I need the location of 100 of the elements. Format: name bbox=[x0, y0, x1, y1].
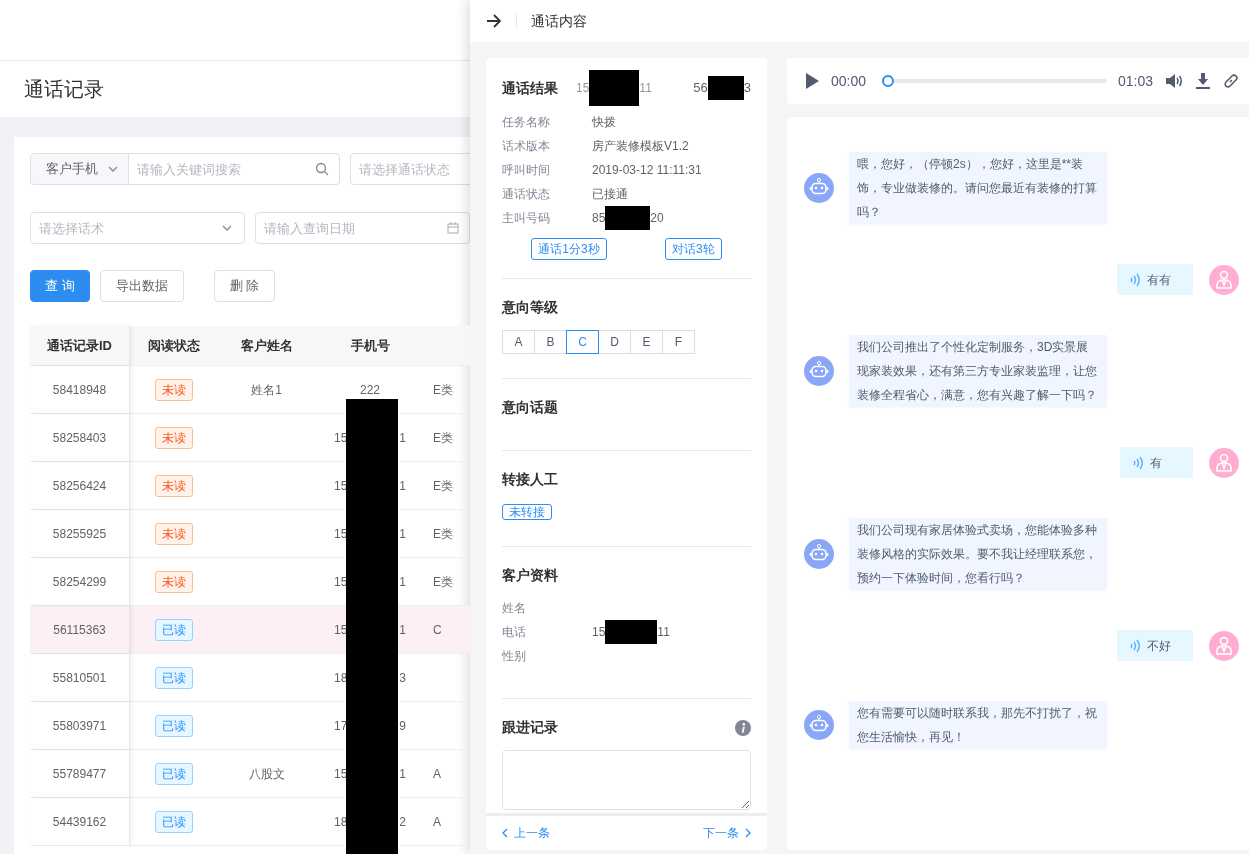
table-cell-text: 54439162 bbox=[52, 813, 107, 831]
read-status-tag: 未读 bbox=[155, 426, 193, 449]
chevron-down-icon bbox=[222, 225, 232, 231]
column-header: 手机号 bbox=[350, 336, 390, 355]
chevron-left-icon bbox=[502, 828, 508, 838]
read-status-tag: 已读 bbox=[155, 618, 193, 641]
table-cell-text: 1 bbox=[399, 573, 406, 591]
download-icon[interactable] bbox=[1195, 73, 1212, 89]
table-cell-text: 3 bbox=[399, 669, 406, 687]
table-cell-text: 1 bbox=[399, 525, 406, 543]
table-cell-text: 9 bbox=[399, 717, 406, 735]
follow-up-input[interactable] bbox=[502, 750, 751, 810]
table-cell: A bbox=[433, 766, 441, 781]
field-value: 85 bbox=[592, 210, 606, 227]
voice-icon[interactable] bbox=[1129, 271, 1141, 288]
level-option[interactable]: E bbox=[630, 330, 663, 354]
field-value: 11 bbox=[657, 624, 670, 641]
field-value: 房产装修模板V1.2 bbox=[592, 138, 689, 155]
table-cell-text: 1 bbox=[399, 477, 406, 495]
section-title: 通话结果 bbox=[502, 78, 558, 98]
level-option[interactable]: A bbox=[502, 330, 535, 354]
user-message: 有有 bbox=[1117, 264, 1193, 295]
field-label: 话术版本 bbox=[502, 138, 551, 155]
table-cell-text: 56115363 bbox=[53, 621, 106, 639]
script-field[interactable]: 请选择话术 bbox=[30, 212, 245, 244]
table-cell-text: 58258403 bbox=[52, 429, 107, 447]
read-status-tag: 已读 bbox=[155, 714, 193, 737]
read-status-tag: 未读 bbox=[155, 570, 193, 593]
section-title: 客户资料 bbox=[502, 566, 559, 585]
column-header: 阅读状态 bbox=[148, 337, 200, 353]
table-cell: E类 bbox=[433, 382, 453, 397]
field-label: 电话 bbox=[502, 624, 527, 641]
field-label: 呼叫时间 bbox=[502, 162, 551, 179]
robot-avatar-icon bbox=[804, 539, 834, 569]
user-avatar-icon bbox=[1209, 264, 1239, 295]
table-cell-text: 55810501 bbox=[52, 669, 107, 687]
progress-thumb[interactable] bbox=[882, 75, 895, 87]
user-message: 不好 bbox=[1117, 630, 1193, 661]
bot-message: 喂，您好，（停顿2s），您好，这里是**装饰，专业做装修的。请问您最近有装修的打算吗？ bbox=[849, 152, 1107, 224]
user-avatar-icon bbox=[1209, 447, 1239, 478]
table-cell-text: 58255925 bbox=[52, 525, 107, 543]
table-cell-text: 58254299 bbox=[52, 573, 107, 591]
redaction-mark bbox=[589, 70, 640, 106]
table-cell: 八股文 bbox=[248, 766, 285, 781]
table-cell-text: 55789477 bbox=[52, 765, 107, 783]
play-icon[interactable] bbox=[805, 73, 819, 89]
redaction-mark bbox=[707, 76, 744, 100]
redaction-mark bbox=[605, 206, 651, 230]
table-cell-text: 58418948 bbox=[52, 381, 107, 399]
read-status-tag: 已读 bbox=[155, 810, 193, 833]
date-picker[interactable]: 请输入查询日期 bbox=[255, 212, 470, 244]
level-option[interactable]: B bbox=[534, 330, 567, 354]
table-cell-text: 55803971 bbox=[52, 717, 107, 735]
script-select[interactable]: 请选择话术 bbox=[31, 213, 222, 243]
link-icon[interactable] bbox=[1223, 73, 1240, 89]
level-option[interactable]: F bbox=[662, 330, 695, 354]
chevron-right-icon bbox=[745, 828, 751, 838]
call-stat-tag: 通话1分3秒 bbox=[531, 238, 607, 260]
table-cell: E类 bbox=[433, 478, 453, 493]
field-value: 15 bbox=[592, 624, 606, 641]
previous-link[interactable]: 上一条 bbox=[502, 824, 550, 842]
read-status-tag: 未读 bbox=[155, 378, 193, 401]
volume-icon[interactable] bbox=[1165, 73, 1184, 89]
field-label: 任务名称 bbox=[502, 114, 551, 131]
query-button[interactable]: 查 询 bbox=[30, 270, 90, 302]
table-cell: A bbox=[433, 814, 441, 829]
search-input[interactable]: 请输入关键词搜索 bbox=[129, 154, 315, 184]
table-cell-text: 2 bbox=[399, 813, 406, 831]
delete-button[interactable]: 删 除 bbox=[213, 270, 276, 302]
search-icon bbox=[315, 162, 329, 176]
section-title: 跟进记录 bbox=[502, 718, 558, 737]
transfer-tag: 未转接 bbox=[502, 504, 552, 520]
redaction-mark bbox=[605, 620, 658, 644]
level-option[interactable]: C bbox=[566, 330, 599, 354]
next-link[interactable]: 下一条 bbox=[703, 824, 751, 842]
robot-avatar-icon bbox=[804, 710, 834, 740]
column-header: 客户姓名 bbox=[240, 337, 293, 353]
arrow-right-icon[interactable] bbox=[486, 14, 502, 28]
section-title: 意向等级 bbox=[502, 298, 559, 317]
bot-message: 我们公司现有家居体验式卖场，您能体验多种装修风格的实际效果。要不我让经理联系您，预约一下体验时间，您看行吗？ bbox=[849, 518, 1107, 590]
search-field[interactable]: 客户手机 请输入关键词搜索 bbox=[30, 153, 340, 185]
status-select[interactable]: 请选择通话状态 bbox=[351, 154, 470, 184]
read-status-tag: 已读 bbox=[155, 762, 193, 785]
field-value: 20 bbox=[650, 210, 664, 227]
section-title: 转接人工 bbox=[502, 470, 559, 489]
voice-icon[interactable] bbox=[1132, 454, 1144, 471]
field-label: 主叫号码 bbox=[502, 210, 551, 227]
table-cell-text: 1 bbox=[399, 765, 406, 783]
page-title: 通话记录 bbox=[24, 77, 104, 102]
table-cell: E类 bbox=[433, 574, 453, 589]
date-field[interactable]: 请输入查询日期 bbox=[256, 213, 447, 243]
read-status-tag: 未读 bbox=[155, 522, 193, 545]
table-cell-text: 1 bbox=[399, 621, 406, 639]
column-header: 通话记录ID bbox=[47, 336, 112, 355]
voice-icon[interactable] bbox=[1129, 637, 1141, 654]
info-icon bbox=[735, 719, 751, 736]
field-value: 15 bbox=[576, 80, 590, 97]
calendar-icon bbox=[447, 222, 459, 234]
field-value: 11 bbox=[639, 80, 652, 97]
export-button[interactable]: 导出数据 bbox=[99, 270, 184, 302]
